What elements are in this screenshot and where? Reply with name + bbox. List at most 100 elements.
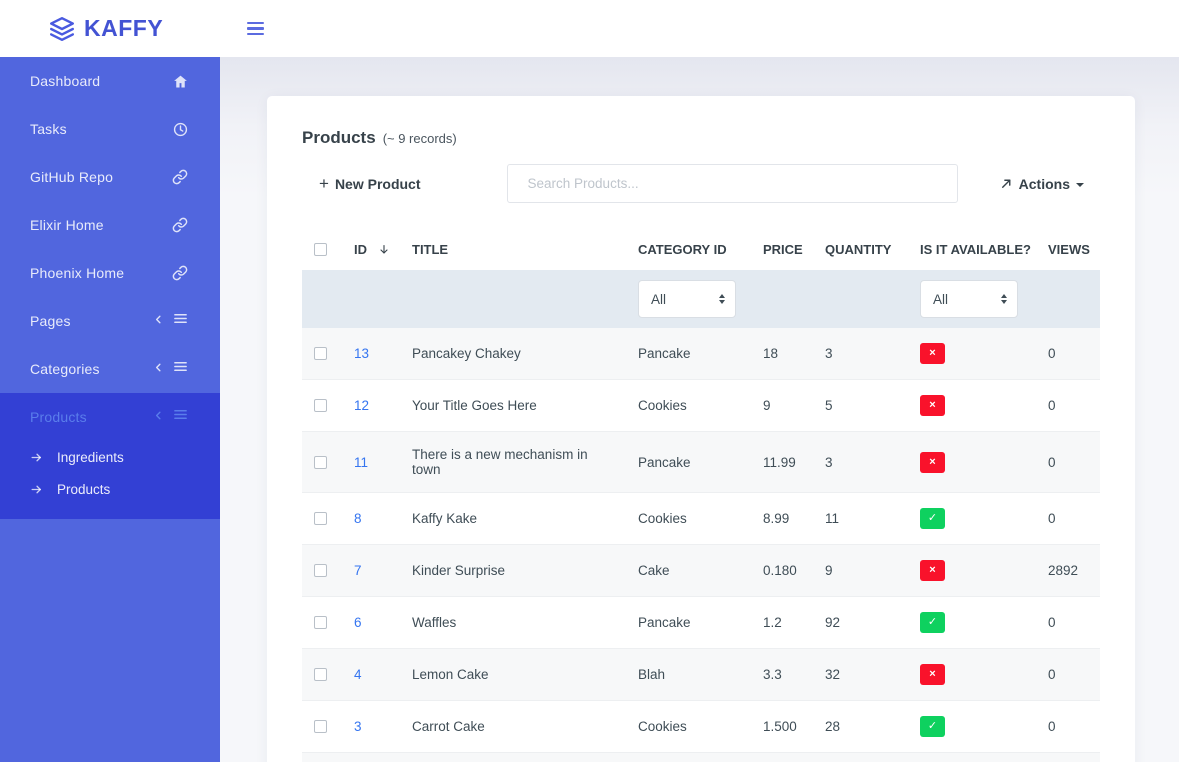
row-views: 0 bbox=[1036, 328, 1100, 380]
row-title: Kinder Surprise bbox=[400, 545, 626, 597]
row-price: 3.3 bbox=[751, 649, 813, 701]
row-quantity: 3 bbox=[813, 432, 908, 493]
list-icon bbox=[173, 359, 188, 379]
table-body: 13 Pancakey Chakey Pancake 18 3 × 0 12 Y… bbox=[302, 328, 1100, 762]
clock-icon bbox=[173, 122, 188, 137]
row-title: Waffles bbox=[400, 597, 626, 649]
brand-text: KAFFY bbox=[84, 15, 163, 42]
row-category: Cookies bbox=[626, 701, 751, 753]
row-quantity: 3 bbox=[813, 328, 908, 380]
row-price: 8.99 bbox=[751, 493, 813, 545]
availability-badge: × bbox=[920, 395, 945, 416]
row-category: Cake bbox=[626, 545, 751, 597]
row-title: Lemon Cake bbox=[400, 649, 626, 701]
row-title: There is a new mechanism in town bbox=[400, 432, 626, 493]
row-price: 1.2 bbox=[751, 597, 813, 649]
sidebar-item-label: GitHub Repo bbox=[30, 169, 113, 185]
home-icon bbox=[173, 74, 188, 89]
sidebar-item-label: Elixir Home bbox=[30, 217, 104, 233]
column-header-price[interactable]: PRICE bbox=[751, 229, 813, 270]
sidebar-item-tasks[interactable]: Tasks bbox=[0, 105, 220, 153]
row-checkbox[interactable] bbox=[314, 456, 327, 469]
row-title: Pancakey Chakey bbox=[400, 328, 626, 380]
row-category: Pancake bbox=[626, 432, 751, 493]
row-category: Cookies bbox=[626, 493, 751, 545]
select-all-checkbox[interactable] bbox=[314, 243, 327, 256]
row-id-link[interactable]: 4 bbox=[354, 667, 362, 682]
row-quantity: 9 bbox=[813, 545, 908, 597]
new-product-button[interactable]: + New Product bbox=[302, 175, 421, 192]
hamburger-menu-icon[interactable] bbox=[247, 22, 264, 36]
arrow-right-icon bbox=[30, 483, 43, 496]
sidebar-subitem-ingredients[interactable]: Ingredients bbox=[0, 441, 220, 473]
table-row: 3 Carrot Cake Cookies 1.500 28 ✓ 0 bbox=[302, 701, 1100, 753]
sidebar-section-products: Products Ingredients bbox=[0, 393, 220, 519]
sidebar-item-label: Dashboard bbox=[30, 73, 100, 89]
sidebar-item-dashboard[interactable]: Dashboard bbox=[0, 57, 220, 105]
availability-filter-select[interactable]: All bbox=[920, 280, 1018, 318]
row-category: Blah bbox=[626, 649, 751, 701]
search-input[interactable] bbox=[507, 164, 958, 203]
link-icon bbox=[172, 217, 188, 233]
availability-badge: ✓ bbox=[920, 508, 945, 529]
row-checkbox[interactable] bbox=[314, 564, 327, 577]
row-id-link[interactable]: 3 bbox=[354, 719, 362, 734]
sidebar-item-elixir-home[interactable]: Elixir Home bbox=[0, 201, 220, 249]
list-icon bbox=[173, 311, 188, 331]
row-id-link[interactable]: 12 bbox=[354, 398, 369, 413]
table-header-row: ID TITLE CATEGORY ID PRICE QUANTITY IS I… bbox=[302, 229, 1100, 270]
row-views: 0 bbox=[1036, 432, 1100, 493]
row-id-link[interactable]: 8 bbox=[354, 511, 362, 526]
sidebar-subitem-label: Products bbox=[57, 482, 110, 497]
row-checkbox[interactable] bbox=[314, 668, 327, 681]
caret-down-icon bbox=[1076, 183, 1084, 187]
brand[interactable]: KAFFY bbox=[0, 15, 220, 42]
sort-descending-icon[interactable] bbox=[378, 243, 390, 256]
topbar: KAFFY bbox=[0, 0, 1179, 57]
column-header-quantity[interactable]: QUANTITY bbox=[813, 229, 908, 270]
column-header-id[interactable]: ID bbox=[342, 229, 400, 270]
column-header-title[interactable]: TITLE bbox=[400, 229, 626, 270]
sidebar-item-label: Pages bbox=[30, 313, 71, 329]
records-count: (~ 9 records) bbox=[383, 131, 457, 146]
products-table: ID TITLE CATEGORY ID PRICE QUANTITY IS I… bbox=[302, 229, 1100, 762]
sidebar-item-categories[interactable]: Categories bbox=[0, 345, 220, 393]
row-price: 18 bbox=[751, 328, 813, 380]
row-id-link[interactable]: 13 bbox=[354, 346, 369, 361]
row-checkbox[interactable] bbox=[314, 512, 327, 525]
row-price: 11.99 bbox=[751, 432, 813, 493]
sidebar-item-products[interactable]: Products bbox=[0, 393, 220, 441]
column-header-views[interactable]: VIEWS bbox=[1036, 229, 1100, 270]
row-quantity: 38 bbox=[813, 753, 908, 762]
category-filter-select[interactable]: All bbox=[638, 280, 736, 318]
row-checkbox[interactable] bbox=[314, 720, 327, 733]
sidebar-item-github-repo[interactable]: GitHub Repo bbox=[0, 153, 220, 201]
row-checkbox[interactable] bbox=[314, 399, 327, 412]
row-views: 0 bbox=[1036, 597, 1100, 649]
row-checkbox[interactable] bbox=[314, 347, 327, 360]
chevron-left-icon bbox=[153, 312, 164, 330]
plus-icon: + bbox=[319, 175, 329, 192]
actions-dropdown-button[interactable]: Actions bbox=[1000, 176, 1084, 192]
row-category: Cookies bbox=[626, 380, 751, 432]
column-header-category-id[interactable]: CATEGORY ID bbox=[626, 229, 751, 270]
row-category: Pancake bbox=[626, 328, 751, 380]
row-views: 0 bbox=[1036, 493, 1100, 545]
table-row: 11 There is a new mechanism in town Panc… bbox=[302, 432, 1100, 493]
sidebar-subitem-products[interactable]: Products bbox=[0, 473, 220, 505]
column-header-is-it-available[interactable]: IS IT AVAILABLE? bbox=[908, 229, 1036, 270]
row-id-link[interactable]: 7 bbox=[354, 563, 362, 578]
row-id-link[interactable]: 11 bbox=[354, 455, 368, 470]
row-id-link[interactable]: 6 bbox=[354, 615, 362, 630]
availability-badge: × bbox=[920, 452, 945, 473]
main-content: Products (~ 9 records) + New Product Act… bbox=[220, 57, 1179, 762]
row-title: Lovely Rosecake bbox=[400, 753, 626, 762]
availability-badge: ✓ bbox=[920, 612, 945, 633]
table-row: 12 Your Title Goes Here Cookies 9 5 × 0 bbox=[302, 380, 1100, 432]
table-row: 4 Lemon Cake Blah 3.3 32 × 0 bbox=[302, 649, 1100, 701]
row-checkbox[interactable] bbox=[314, 616, 327, 629]
sidebar-item-pages[interactable]: Pages bbox=[0, 297, 220, 345]
row-title: Your Title Goes Here bbox=[400, 380, 626, 432]
products-card: Products (~ 9 records) + New Product Act… bbox=[267, 96, 1135, 762]
sidebar-item-phoenix-home[interactable]: Phoenix Home bbox=[0, 249, 220, 297]
